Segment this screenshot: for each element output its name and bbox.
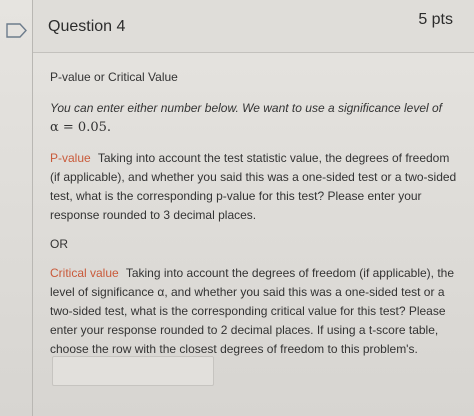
quiz-page: Question 4 5 pts P-value or Critical Val… [0,0,474,416]
question-heading: P-value or Critical Value [50,70,178,84]
question-points: 5 pts [418,11,453,28]
question-header: Question 4 5 pts [33,0,474,53]
answer-input[interactable] [52,356,214,386]
question-body: P-value or Critical Value You can enter … [50,68,462,369]
flag-question-icon[interactable] [6,23,28,38]
instruction-text: You can enter either number below. We wa… [50,101,443,115]
significance-level: α = 0.05. [50,120,112,135]
pvalue-paragraph: P-value Taking into account the test sta… [50,149,462,225]
question-card: Question 4 5 pts P-value or Critical Val… [32,0,474,416]
question-title: Question 4 [48,18,126,35]
pvalue-label: P-value [50,151,91,165]
or-separator: OR [50,237,68,251]
pvalue-text: Taking into account the test statistic v… [50,151,457,222]
critical-label: Critical value [50,266,119,280]
critical-paragraph: Critical value Taking into account the d… [50,264,462,359]
